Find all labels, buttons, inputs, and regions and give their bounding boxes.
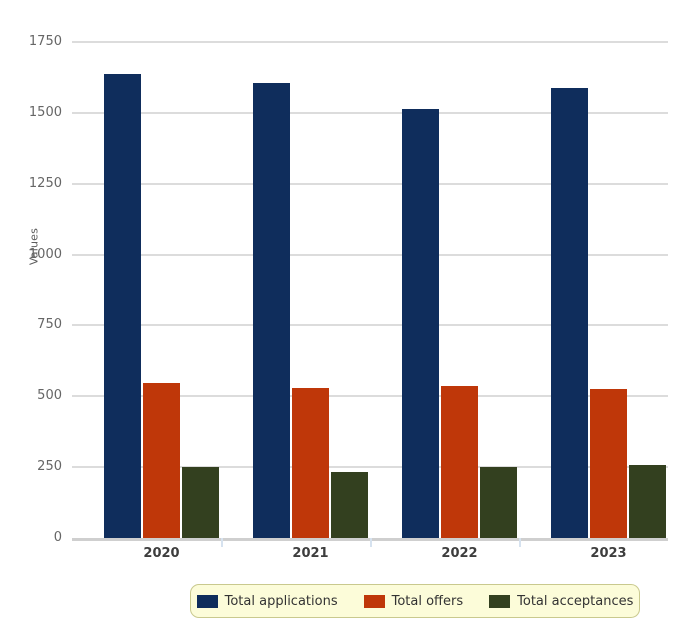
legend-swatch-icon xyxy=(196,594,218,608)
bar[interactable] xyxy=(104,74,141,538)
bar[interactable] xyxy=(480,467,517,538)
bar[interactable] xyxy=(182,466,219,538)
x-axis-tick xyxy=(221,538,223,547)
bar[interactable] xyxy=(590,389,627,538)
legend-item[interactable]: Total applications xyxy=(196,593,338,609)
bar[interactable] xyxy=(331,471,368,538)
gridline xyxy=(72,41,668,43)
bar[interactable] xyxy=(292,388,329,538)
legend-swatch-icon xyxy=(363,594,385,608)
y-axis-tick-label: 1000 xyxy=(28,246,62,262)
bar[interactable] xyxy=(441,385,478,538)
legend-swatch-icon xyxy=(489,594,511,608)
x-axis-category-labels: 2020 2021 2022 2023 xyxy=(72,538,668,564)
bar[interactable] xyxy=(629,464,666,538)
x-axis-category-label: 2022 xyxy=(441,546,478,561)
y-axis-tick-label: 1250 xyxy=(28,175,62,191)
x-axis-tick xyxy=(370,538,372,547)
legend-item[interactable]: Total offers xyxy=(363,593,464,609)
x-axis-category-label: 2020 xyxy=(143,546,180,561)
y-axis-tick-label: 250 xyxy=(37,459,62,475)
y-axis-tick-label: 500 xyxy=(37,388,62,404)
x-axis-tick xyxy=(519,538,521,547)
legend-label: Total offers xyxy=(391,593,464,609)
bar[interactable] xyxy=(253,83,290,538)
bar[interactable] xyxy=(143,382,180,538)
y-axis-tick-label: 1750 xyxy=(28,34,62,49)
bar-chart: Values 0 250 500 750 1000 1250 1500 1750 2020 20… xyxy=(0,0,676,634)
bar[interactable] xyxy=(402,109,439,538)
x-axis-category-label: 2023 xyxy=(590,546,627,561)
y-axis-tick-label: 1500 xyxy=(28,104,62,120)
legend-label: Total acceptances xyxy=(517,593,634,609)
plot-area xyxy=(72,36,668,544)
y-axis-tick-label: 750 xyxy=(37,317,62,333)
chart-legend[interactable]: Total applications Total offers Total acce… xyxy=(190,584,640,618)
bar[interactable] xyxy=(551,87,588,538)
legend-label: Total applications xyxy=(224,593,338,609)
x-axis-category-label: 2021 xyxy=(292,546,329,561)
y-axis-tick-label: 0 xyxy=(53,530,62,545)
legend-item[interactable]: Total acceptances xyxy=(489,594,633,609)
